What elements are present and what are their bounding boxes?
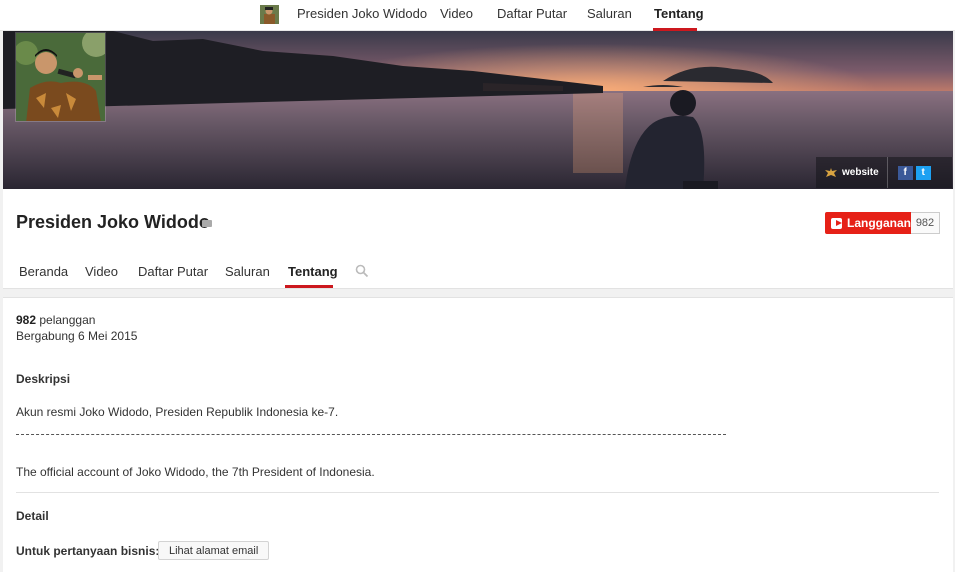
banner-links: website f t — [816, 157, 952, 188]
subscribe-label: Langganan — [846, 216, 911, 230]
channel-header: Presiden Joko Widodo Langganan 982 Beran… — [3, 189, 953, 289]
description-english: The official account of Joko Widodo, the… — [16, 465, 375, 479]
tab-daftar-putar[interactable]: Daftar Putar — [138, 264, 208, 279]
subscriber-stat: 982 pelanggan — [16, 313, 95, 327]
channel-title: Presiden Joko Widodo — [16, 212, 210, 232]
topnav-daftar-putar[interactable]: Daftar Putar — [497, 6, 567, 21]
details-heading: Detail — [16, 509, 49, 523]
subscriber-count: 982 — [911, 212, 940, 234]
topnav-video[interactable]: Video — [440, 6, 473, 21]
tab-saluran[interactable]: Saluran — [225, 264, 270, 279]
about-section: 982 pelanggan Bergabung 6 Mei 2015 Deskr… — [3, 297, 953, 572]
channel-banner — [3, 31, 953, 189]
verified-icon — [202, 220, 212, 227]
garuda-icon — [825, 167, 837, 177]
topnav-channel-name[interactable]: Presiden Joko Widodo — [297, 6, 427, 21]
subscribe-button[interactable]: Langganan — [825, 212, 911, 234]
joined-date: Bergabung 6 Mei 2015 — [16, 329, 138, 343]
search-icon[interactable] — [355, 264, 369, 278]
youtube-play-icon — [831, 217, 842, 229]
channel-avatar-mini-icon[interactable] — [260, 5, 279, 24]
section-divider — [16, 492, 939, 493]
tab-beranda[interactable]: Beranda — [19, 264, 68, 279]
website-link[interactable]: website — [816, 157, 888, 188]
top-navigation: Presiden Joko Widodo Video Daftar Putar … — [0, 0, 955, 31]
facebook-icon[interactable]: f — [897, 165, 913, 180]
description-heading: Deskripsi — [16, 372, 71, 386]
subscriber-stat-number: 982 — [16, 313, 37, 327]
view-email-button[interactable]: Lihat alamat email — [158, 541, 270, 560]
topnav-saluran[interactable]: Saluran — [587, 6, 632, 21]
subscriber-stat-label: pelanggan — [36, 313, 96, 327]
tab-tentang[interactable]: Tentang — [288, 264, 338, 279]
website-link-label: website — [842, 167, 879, 178]
channel-avatar[interactable] — [15, 32, 106, 122]
business-inquiries-label: Untuk pertanyaan bisnis: — [16, 544, 160, 558]
twitter-icon[interactable]: t — [915, 165, 931, 180]
topnav-tentang[interactable]: Tentang — [654, 6, 704, 21]
tab-active-indicator — [285, 285, 333, 288]
description-indonesian: Akun resmi Joko Widodo, Presiden Republi… — [16, 405, 339, 419]
description-divider — [16, 434, 726, 435]
tab-video[interactable]: Video — [85, 264, 118, 279]
